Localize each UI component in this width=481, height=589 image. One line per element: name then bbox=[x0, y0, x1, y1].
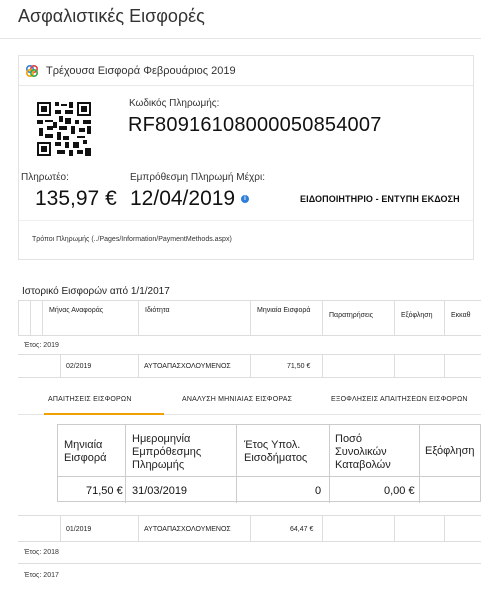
column-header-settlement[interactable]: Εξόφληση bbox=[394, 301, 444, 336]
qr-code-icon bbox=[35, 100, 93, 158]
payment-code-value: RF80916108000050854007 bbox=[128, 114, 382, 136]
page-title: Ασφαλιστικές Εισφορές bbox=[18, 6, 205, 26]
divider bbox=[19, 220, 473, 221]
row-role: ΑΥΤΟΑΠΑΣΧΟΛΟΥΜΕΝΟΣ bbox=[144, 526, 231, 533]
divider bbox=[60, 355, 61, 377]
divider bbox=[394, 355, 395, 377]
cell-total-paid: 0,00 € bbox=[384, 485, 415, 497]
payable-label: Πληρωτέο: bbox=[21, 172, 69, 183]
year-group-2017[interactable]: Έτος: 2017 bbox=[24, 572, 59, 579]
divider bbox=[394, 516, 395, 541]
detail-tabs: ΑΠΑΙΤΗΣΕΙΣ ΕΙΣΦΟΡΩΝ ΑΝΑΛΥΣΗ ΜΗΝΙΑΙΑΣ ΕΙΣ… bbox=[18, 388, 481, 414]
tab-claim-settlements[interactable]: ΕΞΟΦΛΗΣΕΙΣ ΑΠΑΙΤΗΣΕΩΝ ΕΙΣΦΟΡΩΝ bbox=[331, 396, 468, 403]
year-group-2018[interactable]: Έτος: 2018 bbox=[24, 549, 59, 556]
notice-print-link[interactable]: ΕΙΔΟΠΟΙΗΤΗΡΙΟ - ΕΝΤΥΠΗ ΕΚΔΟΣΗ bbox=[300, 194, 460, 204]
divider bbox=[18, 563, 481, 564]
due-date-value: 12/04/2019 bbox=[130, 187, 236, 210]
card-header: Τρέχουσα Εισφορά Φεβρουάριος 2019 bbox=[19, 56, 473, 86]
divider bbox=[419, 425, 420, 503]
divider bbox=[329, 425, 330, 503]
column-header-notes[interactable]: Παρατηρήσεις bbox=[322, 301, 394, 336]
column-header-total-paid: Ποσό Συνολικών Καταβολών bbox=[335, 433, 391, 472]
column-header-monthly-amount[interactable]: Μηνιαία Εισφορά bbox=[250, 301, 322, 336]
divider bbox=[60, 516, 61, 541]
divider bbox=[138, 355, 139, 377]
cell-income-year: 0 bbox=[315, 485, 322, 497]
history-table-header: Μήνας Αναφοράς Ιδιότητα Μηνιαία Εισφορά … bbox=[18, 300, 481, 336]
header-spacer bbox=[30, 301, 42, 336]
cell-due-date: 31/03/2019 bbox=[132, 485, 188, 497]
column-header-role[interactable]: Ιδιότητα bbox=[138, 301, 250, 336]
current-contribution-card: Τρέχουσα Εισφορά Φεβρουάριος 2019 Κωδικό… bbox=[18, 55, 474, 260]
tab-monthly-analysis[interactable]: ΑΝΑΛΥΣΗ ΜΗΝΙΑΙΑΣ ΕΙΣΦΟΡΑΣ bbox=[182, 396, 292, 403]
payment-code-label: Κωδικός Πληρωμής: bbox=[129, 98, 220, 109]
divider bbox=[18, 541, 481, 542]
efka-logo-icon bbox=[25, 64, 39, 78]
row-month: 02/2019 bbox=[66, 363, 92, 370]
history-title: Ιστορικό Εισφορών από 1/1/2017 bbox=[22, 286, 170, 297]
claims-table: Μηνιαία Εισφορά Ημερομηνία Εμπρόθεσμης Π… bbox=[57, 424, 481, 503]
card-title: Τρέχουσα Εισφορά Φεβρουάριος 2019 bbox=[46, 65, 236, 77]
row-amount: 71,50 € bbox=[287, 363, 311, 370]
column-header-due-date: Ημερομηνία Εμπρόθεσμης Πληρωμής bbox=[132, 433, 202, 472]
tab-contribution-claims[interactable]: ΑΠΑΙΤΗΣΕΙΣ ΕΙΣΦΟΡΩΝ bbox=[48, 396, 132, 403]
year-group-2019[interactable]: Έτος: 2019 bbox=[24, 342, 59, 349]
column-header-income-year: Έτος Υπολ. Εισοδήματος bbox=[244, 439, 308, 465]
divider bbox=[138, 516, 139, 541]
divider bbox=[58, 476, 481, 477]
due-date-label: Εμπρόθεσμη Πληρωμή Μέχρι: bbox=[130, 172, 265, 183]
cell-monthly-amount: 71,50 € bbox=[86, 485, 123, 497]
divider bbox=[444, 355, 445, 377]
row-month: 01/2019 bbox=[66, 526, 92, 533]
divider bbox=[125, 425, 126, 503]
payment-methods-link[interactable]: Τρόποι Πληρωμής (../Pages/Information/Pa… bbox=[32, 236, 232, 243]
divider bbox=[0, 38, 481, 39]
divider bbox=[250, 355, 251, 377]
column-header-settlement: Εξόφληση bbox=[425, 445, 475, 457]
divider bbox=[236, 425, 237, 503]
column-header-month[interactable]: Μήνας Αναφοράς bbox=[42, 301, 138, 336]
divider bbox=[444, 516, 445, 541]
divider bbox=[250, 516, 251, 541]
divider bbox=[18, 377, 481, 378]
payable-amount: 135,97 € bbox=[35, 187, 117, 210]
divider bbox=[322, 355, 323, 377]
column-header-clearance[interactable]: Εκκαθ bbox=[444, 301, 481, 336]
row-amount: 64,47 € bbox=[290, 526, 314, 533]
active-tab-indicator bbox=[44, 413, 164, 415]
info-icon[interactable]: i bbox=[241, 195, 249, 203]
column-header-monthly-amount: Μηνιαία Εισφορά bbox=[64, 439, 107, 465]
row-role: ΑΥΤΟΑΠΑΣΧΟΛΟΥΜΕΝΟΣ bbox=[144, 363, 231, 370]
divider bbox=[322, 516, 323, 541]
header-spacer bbox=[18, 301, 30, 336]
